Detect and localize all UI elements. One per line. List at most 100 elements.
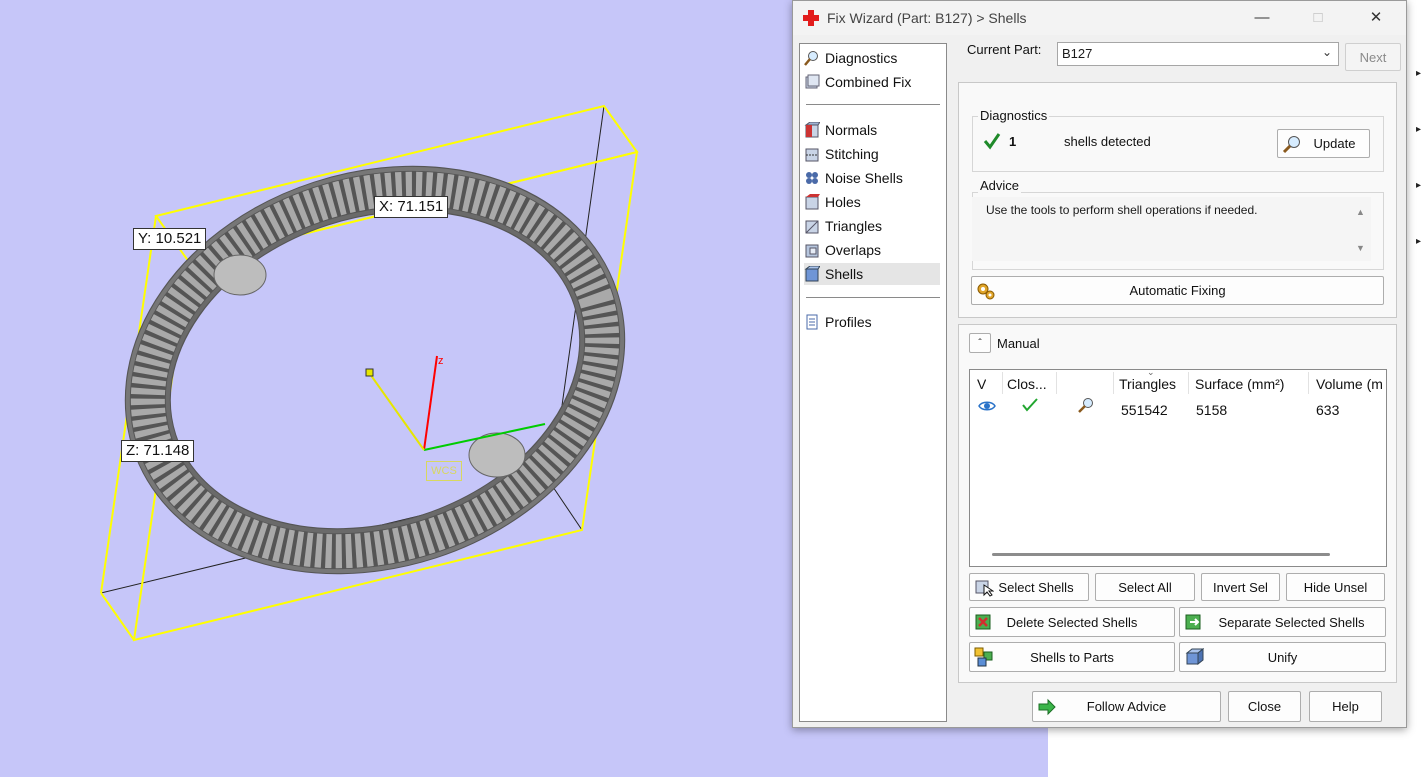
nav-item-shells[interactable]: Shells [804,263,940,285]
nav-divider [806,297,940,298]
select-shells-button[interactable]: Select Shells [969,573,1089,601]
column-header-surface[interactable]: Surface (mm²) [1195,376,1284,392]
cube-red-face-icon [805,194,820,210]
green-arrow-icon [1038,698,1056,715]
magnifier-icon[interactable] [1077,396,1095,414]
dimension-y-label: Y: 10.521 [133,228,207,250]
nav-label: Overlaps [825,242,882,258]
delete-shell-icon [975,614,991,630]
separate-shell-icon [1185,614,1201,630]
follow-advice-button[interactable]: Follow Advice [1032,691,1221,722]
ring-model [124,165,626,575]
chevron-down-icon: ⌄ [1321,45,1332,59]
maximize-button[interactable]: □ [1295,5,1341,31]
nav-label: Combined Fix [825,74,912,90]
nav-item-combined-fix[interactable]: Combined Fix [804,71,940,93]
nav-item-normals[interactable]: Normals [804,119,940,141]
magnifier-icon [804,51,818,66]
nav-label: Normals [825,122,878,138]
next-button[interactable]: Next [1345,43,1401,71]
magnifier-icon [1282,135,1300,153]
nav-label: Diagnostics [825,50,898,66]
column-header-volume[interactable]: Volume (m [1316,376,1386,392]
nav-label: Stitching [825,146,879,162]
expand-arrow-icon[interactable]: ▸ [1416,236,1421,247]
expand-arrow-icon[interactable]: ▸ [1416,180,1421,191]
window-title: Fix Wizard (Part: B127) > Shells [827,10,1027,26]
scroll-up-icon[interactable]: ▲ [1356,207,1365,217]
column-divider [1113,372,1114,394]
unify-icon [1185,647,1204,666]
nav-item-diagnostics[interactable]: Diagnostics [804,47,940,69]
nav-item-profiles[interactable]: Profiles [804,311,940,333]
invert-selection-button[interactable]: Invert Sel [1201,573,1280,601]
select-cursor-icon [975,580,994,597]
minimize-button[interactable]: — [1239,5,1285,31]
cubes-icon [805,74,820,89]
expand-arrow-icon[interactable]: ▸ [1416,124,1421,135]
document-icon [806,314,818,330]
advice-text: Use the tools to perform shell operation… [972,197,1371,261]
delete-selected-shells-button[interactable]: Delete Selected Shells [969,607,1175,637]
nav-label: Triangles [825,218,883,234]
scroll-down-icon[interactable]: ▼ [1356,243,1365,253]
help-button[interactable]: Help [1309,691,1382,722]
shells-to-parts-label: Shells to Parts [1030,649,1114,665]
nav-item-noise-shells[interactable]: Noise Shells [804,167,940,189]
check-icon [983,133,1001,150]
eye-icon[interactable] [978,399,996,413]
select-shells-label: Select Shells [998,579,1074,595]
current-part-label: Current Part: [967,42,1042,57]
nav-item-stitching[interactable]: Stitching [804,143,940,165]
nav-label: Holes [825,194,861,210]
nav-item-triangles[interactable]: Triangles [804,215,940,237]
wcs-label: WCS [426,461,462,481]
check-icon [1022,398,1038,412]
horizontal-scrollbar[interactable] [992,553,1330,556]
volume-value: 633 [1316,402,1340,418]
follow-advice-label: Follow Advice [1086,699,1167,714]
shells-to-parts-button[interactable]: Shells to Parts [969,642,1175,672]
nav-item-overlaps[interactable]: Overlaps [804,239,940,261]
close-button[interactable]: Close [1228,691,1301,722]
select-all-button[interactable]: Select All [1095,573,1195,601]
nav-label: Profiles [825,314,872,330]
automatic-fixing-label: Automatic Fixing [1129,283,1226,298]
shells-to-parts-icon [974,647,993,667]
column-header-triangles[interactable]: Triangles [1119,376,1176,392]
collapse-button[interactable]: ˆ [969,333,991,353]
expand-arrow-icon[interactable]: ▸ [1416,68,1421,79]
column-divider [1002,372,1003,394]
column-divider [1188,372,1189,394]
separate-selected-label: Separate Selected Shells [1218,614,1365,630]
diagnostics-title: Diagnostics [978,108,1050,123]
column-divider [1056,372,1057,394]
triangles-cube-icon [805,220,819,234]
update-label: Update [1313,136,1356,151]
unify-button[interactable]: Unify [1179,642,1386,672]
z-axis-label: z [438,355,444,367]
nav-item-holes[interactable]: Holes [804,191,940,213]
column-header-closed[interactable]: Clos... [1007,376,1047,392]
hide-unselected-button[interactable]: Hide Unsel [1286,573,1385,601]
dimension-x-label: X: 71.151 [374,196,449,218]
title-bar[interactable]: Fix Wizard (Part: B127) > Shells — □ ✕ [793,1,1406,35]
cube-red-face-icon [804,122,820,138]
manual-title: Manual [997,336,1040,351]
gears-icon [977,283,995,299]
update-button[interactable]: Update [1277,129,1370,158]
blue-cube-icon [804,266,820,282]
delete-selected-label: Delete Selected Shells [1006,614,1138,630]
current-part-select[interactable]: B127 ⌄ [1057,42,1339,66]
z-axis [423,355,438,451]
column-divider [1308,372,1309,394]
column-header-visible[interactable]: V [977,376,986,392]
y-axis [369,373,425,451]
unify-label: Unify [1267,649,1298,665]
separate-selected-shells-button[interactable]: Separate Selected Shells [1179,607,1386,637]
close-window-button[interactable]: ✕ [1353,5,1399,31]
automatic-fixing-button[interactable]: Automatic Fixing [971,276,1384,305]
surface-value: 5158 [1196,402,1228,418]
nav-label: Noise Shells [825,170,903,186]
dimension-z-label: Z: 71.148 [121,440,195,462]
